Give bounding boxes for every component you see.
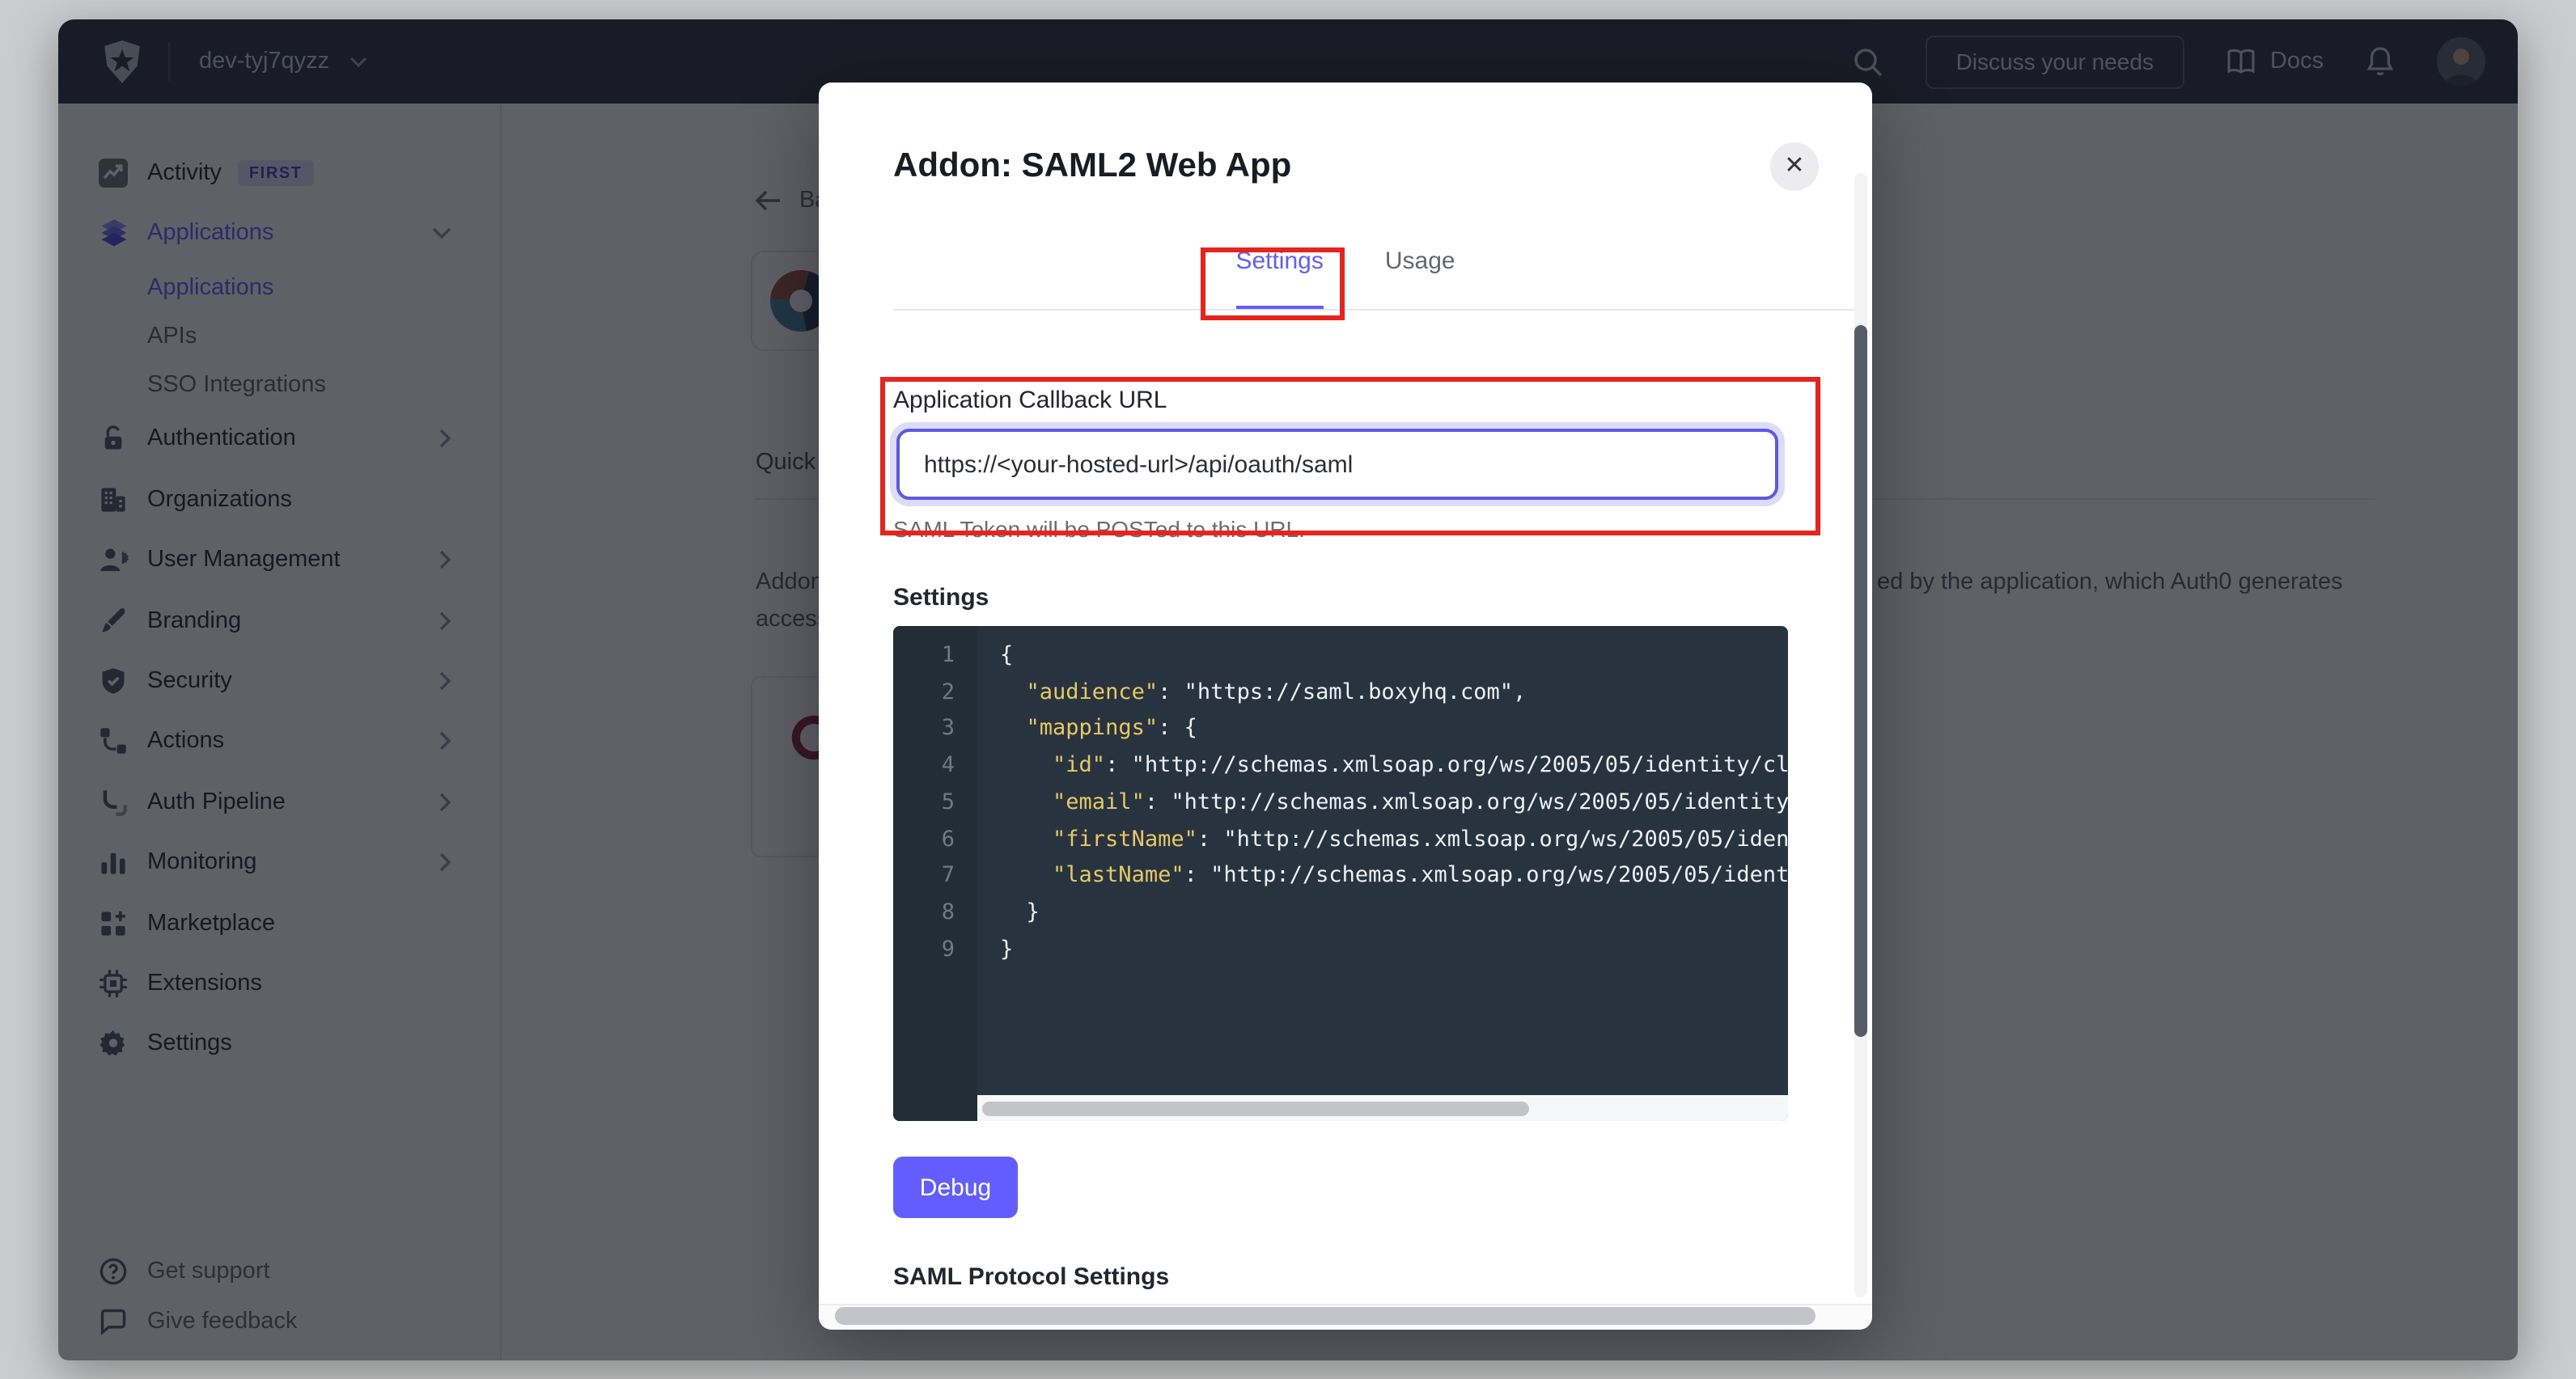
line-number: 1 [893,637,977,674]
code-line: "email": "http://schemas.xmlsoap.org/ws/… [1000,785,1788,821]
code-line: "id": "http://schemas.xmlsoap.org/ws/200… [1000,747,1788,784]
settings-section-label: Settings [893,584,989,611]
line-number: 9 [893,931,977,967]
code-line: } [1000,895,1788,931]
line-number: 8 [893,895,977,931]
close-icon[interactable]: ✕ [1770,142,1819,191]
browser-window: dev-tyj7qyzz Discuss your needs [58,19,2518,1360]
line-number: 3 [893,711,977,747]
modal-horizontal-scrollbar-track[interactable] [819,1304,1872,1330]
debug-button[interactable]: Debug [893,1157,1018,1218]
editor-horizontal-scrollbar-track[interactable] [977,1095,1788,1121]
modal-horizontal-scrollbar-thumb[interactable] [835,1307,1815,1325]
editor-code-area[interactable]: { "audience": "https://saml.boxyhq.com",… [977,626,1788,1095]
code-line: "firstName": "http://schemas.xmlsoap.org… [1000,821,1788,857]
modal-vertical-scrollbar-thumb[interactable] [1854,325,1867,1037]
code-line: "mappings": { [1000,711,1788,747]
modal-tabs-divider [893,309,1856,311]
addon-saml2-modal: Addon: SAML2 Web App ✕ Settings Usage Ap… [819,82,1872,1330]
annotation-box-settings-tab [1201,247,1345,320]
settings-code-editor[interactable]: 123456789 { "audience": "https://saml.bo… [893,626,1788,1121]
saml-protocol-settings-heading: SAML Protocol Settings [893,1263,1169,1291]
modal-title: Addon: SAML2 Web App [893,147,1291,186]
line-number: 6 [893,821,977,857]
desktop: dev-tyj7qyzz Discuss your needs [0,0,2576,1379]
line-number: 4 [893,747,977,784]
modal-tabs: Settings Usage [819,247,1872,311]
code-line: "audience": "https://saml.boxyhq.com", [1000,674,1788,710]
code-line: { [1000,637,1788,674]
line-number: 2 [893,674,977,710]
editor-horizontal-scrollbar-thumb[interactable] [982,1102,1529,1116]
tab-usage[interactable]: Usage [1385,247,1455,311]
editor-line-number-gutter: 123456789 [893,626,977,1121]
annotation-box-callback-url [880,377,1820,535]
line-number: 5 [893,785,977,821]
code-line: } [1000,931,1788,967]
line-number: 7 [893,857,977,894]
code-line: "lastName": "http://schemas.xmlsoap.org/… [1000,857,1788,894]
